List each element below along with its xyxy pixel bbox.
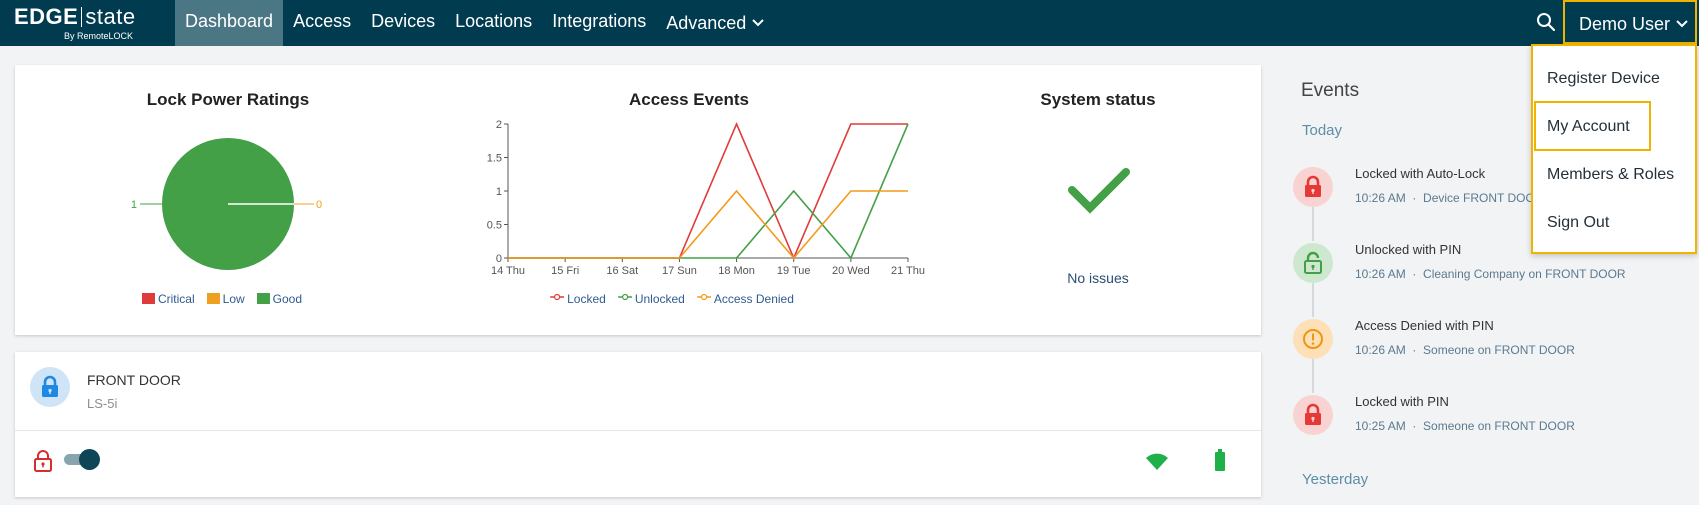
logo-byline: By RemoteLOCK: [64, 31, 134, 41]
legend-access-denied: Access Denied: [696, 292, 794, 306]
lock-power-title: Lock Power Ratings: [146, 90, 310, 109]
y-tick-label: 2: [496, 119, 502, 131]
event-locked-icon: [1293, 167, 1333, 207]
event-detail: 10:26 AM · Device FRONT DOOR: [1355, 191, 1544, 205]
system-status-text: No issues: [1067, 270, 1129, 286]
event-detail: 10:26 AM · Someone on FRONT DOOR: [1355, 343, 1575, 357]
lock-toggle[interactable]: [64, 449, 100, 470]
events-title: Events: [1301, 80, 1360, 101]
unlocked-icon[interactable]: [32, 449, 54, 473]
logo-wordmark: EDGE state: [14, 4, 136, 29]
access-events-line-chart: 0 0.5 1 1.5 2 14 Thu 15 Fri 16 Sat 17 Sun 18 Mon 1…: [487, 119, 925, 277]
nav-devices[interactable]: Devices: [361, 0, 445, 46]
event-warning-icon: [1293, 319, 1333, 359]
device-card-divider: [15, 430, 1261, 431]
event-locked-icon: [1293, 395, 1333, 435]
series-line-locked: [508, 121, 908, 261]
legend-marker-unlocked: [617, 293, 632, 301]
x-tick-label: 20 Wed: [832, 265, 870, 277]
menu-item-my-account[interactable]: My Account: [1547, 118, 1630, 136]
nav-locations[interactable]: Locations: [445, 0, 542, 46]
menu-item-sign-out[interactable]: Sign Out: [1547, 214, 1609, 232]
checkmark-icon: [1068, 168, 1130, 214]
device-card[interactable]: [15, 352, 1261, 497]
series-line-access-denied: [508, 189, 908, 260]
system-status-title: System status: [1040, 90, 1156, 109]
event-detail: 10:26 AM · Cleaning Company on FRONT DOO…: [1355, 267, 1626, 281]
legend-low: Low: [206, 292, 245, 306]
user-dropdown-menu: Register Device My Account Members & Rol…: [1531, 44, 1697, 254]
legend-marker-locked: [550, 293, 565, 301]
edgestate-logo[interactable]: EDGE state By RemoteLOCK: [14, 4, 154, 42]
lock-icon: [30, 367, 70, 407]
event-title: Access Denied with PIN: [1355, 318, 1494, 333]
pie-label-low: 0: [316, 199, 322, 211]
battery-icon: [1215, 449, 1225, 471]
y-tick-label: 1: [496, 186, 502, 198]
events-today-label: Today: [1302, 122, 1343, 139]
lock-power-legend: Critical Low Good: [141, 292, 302, 306]
legend-critical: Critical: [141, 292, 195, 306]
access-events-legend: Locked Unlocked Access Denied: [550, 292, 794, 306]
x-tick-label: 19 Tue: [777, 265, 811, 277]
access-events-title: Access Events: [628, 90, 750, 109]
device-model: LS-5i: [87, 396, 118, 411]
y-tick-label: 0.5: [487, 220, 502, 232]
x-tick-label: 18 Mon: [718, 265, 755, 277]
legend-good: Good: [256, 292, 302, 306]
legend-swatch-critical: [141, 293, 155, 304]
pie-label-good: 1: [131, 199, 137, 211]
y-tick-label: 1.5: [487, 153, 502, 165]
legend-swatch-low: [206, 293, 220, 304]
chevron-down-icon: [1676, 2, 1688, 42]
search-icon[interactable]: [1534, 10, 1558, 34]
timeline-connector: [1312, 283, 1314, 317]
nav-dashboard[interactable]: Dashboard: [175, 0, 284, 46]
chevron-down-icon: [752, 0, 765, 43]
event-title: Locked with Auto-Lock: [1355, 166, 1486, 181]
x-tick-label: 21 Thu: [891, 265, 925, 277]
event-title: Unlocked with PIN: [1355, 242, 1462, 257]
wifi-icon: [1146, 453, 1168, 470]
nav-integrations[interactable]: Integrations: [542, 0, 656, 46]
nav-access[interactable]: Access: [283, 0, 361, 46]
lock-power-pie-chart: 1 0: [131, 138, 322, 270]
top-navigation-bar: EDGE state By RemoteLOCK Dashboard Access…: [0, 0, 1699, 46]
main-nav: Dashboard Access Devices Locations Integ…: [175, 0, 774, 46]
nav-advanced[interactable]: Advanced: [656, 0, 774, 46]
legend-locked: Locked: [550, 292, 606, 306]
legend-unlocked: Unlocked: [617, 292, 685, 306]
x-tick-label: 17 Sun: [662, 265, 697, 277]
x-tick-label: 16 Sat: [606, 265, 638, 277]
user-menu-button[interactable]: Demo User: [1563, 0, 1697, 44]
x-tick-label: 15 Fri: [551, 265, 579, 277]
device-name[interactable]: FRONT DOOR: [87, 372, 181, 388]
event-unlocked-icon: [1293, 243, 1333, 283]
x-tick-label: 14 Thu: [491, 265, 525, 277]
event-detail: 10:25 AM · Someone on FRONT DOOR: [1355, 419, 1575, 433]
legend-marker-access-denied: [696, 293, 711, 301]
events-yesterday-label: Yesterday: [1302, 471, 1369, 488]
y-tick-label: 0: [496, 253, 502, 265]
event-title: Locked with PIN: [1355, 394, 1449, 409]
menu-item-register-device[interactable]: Register Device: [1547, 70, 1660, 88]
legend-swatch-good: [256, 293, 270, 304]
toggle-knob: [79, 449, 100, 470]
timeline-connector: [1312, 207, 1314, 241]
timeline-connector: [1312, 359, 1314, 393]
menu-item-members-roles[interactable]: Members & Roles: [1547, 166, 1674, 184]
